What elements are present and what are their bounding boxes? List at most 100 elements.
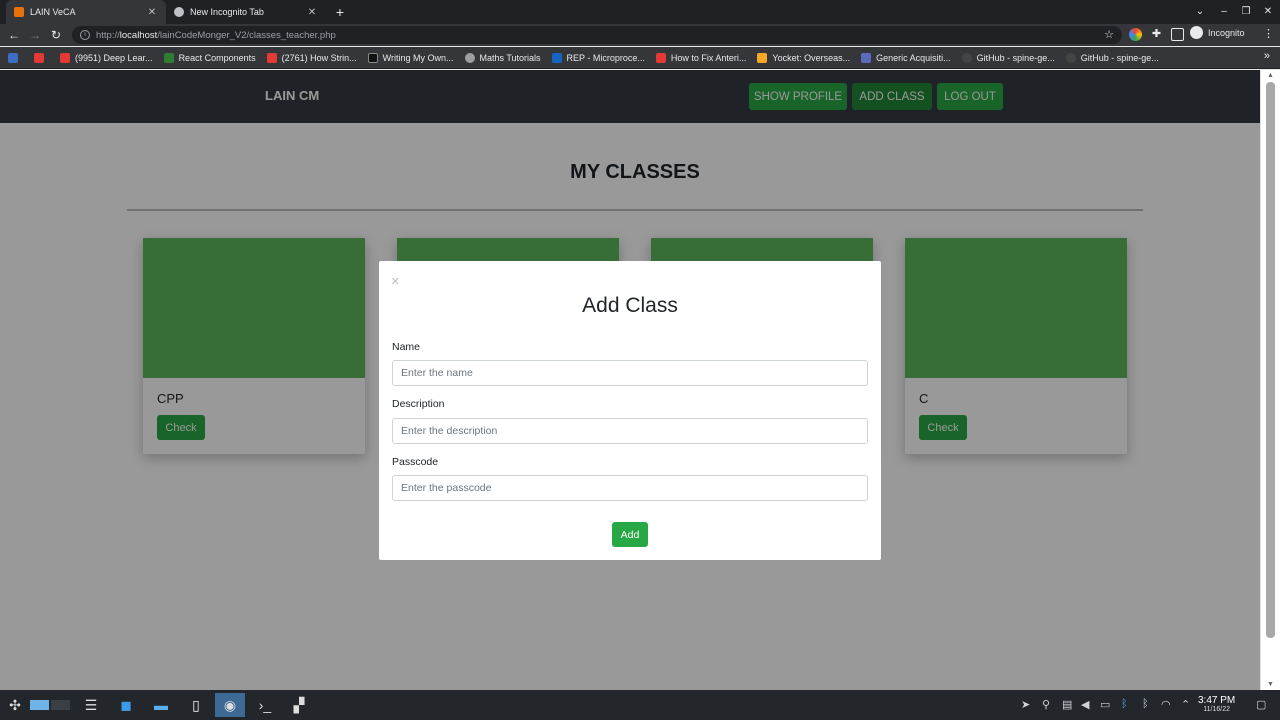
bookmarks-bar: (9951) Deep Lear... React Components (27… [0,47,1280,69]
side-panel-icon[interactable] [1171,28,1184,41]
maths-icon [464,52,475,63]
new-tab-button[interactable]: + [331,3,349,21]
clock-date: 11/16/22 [1203,706,1230,713]
page-viewport: LAIN CM SHOW PROFILE ADD CLASS LOG OUT M… [0,70,1260,690]
back-icon[interactable]: ← [6,27,22,43]
address-bar[interactable]: i http://localhost/lainCodeMonger_V2/cla… [72,26,1122,44]
maximize-icon[interactable]: ❐ [1236,0,1256,24]
bookmark-item[interactable]: Maths Tutorials [464,52,541,63]
scroll-up-icon[interactable]: ▲ [1267,72,1274,79]
bookmark-favicon-icon [8,52,18,63]
text-editor-icon[interactable]: ▯ [183,693,209,717]
tray-expand-icon[interactable]: ⌃ [1181,698,1190,711]
tab-title: New Incognito Tab [190,7,264,17]
reload-icon[interactable]: ↻ [48,27,64,43]
close-icon[interactable]: × [391,274,400,290]
bookmark-label: Writing My Own... [382,52,454,63]
yocket-icon [757,52,768,63]
bluetooth-app-icon[interactable]: ᛒ [1121,698,1128,710]
bookmark-label: Generic Acquisiti... [876,52,951,63]
desktop-1-icon [30,700,49,710]
youtube-icon [60,52,70,63]
desktop-2-icon [51,700,70,710]
incognito-favicon-icon [174,7,184,17]
volume-icon[interactable]: ◀ [1081,698,1089,711]
system-settings-icon[interactable]: ☰ [78,693,104,717]
scrollbar-thumb[interactable] [1266,82,1275,638]
terminal-taskbar-icon[interactable]: ›_ [250,693,280,717]
close-window-icon[interactable]: ✕ [1258,0,1278,24]
bookmark-item[interactable]: How to Fix Anteri... [655,52,746,63]
bookmark-label: GitHub - spine-ge... [1080,52,1159,63]
user-icon[interactable]: ⚲ [1042,698,1050,711]
add-button[interactable]: Add [612,522,648,547]
bookmark-item[interactable] [34,52,49,63]
react-components-icon [163,52,174,63]
scroll-down-icon[interactable]: ▼ [1267,681,1274,688]
file-manager-icon[interactable]: ▬ [148,693,174,717]
document-icon [861,52,872,63]
incognito-profile-button[interactable]: Incognito [1190,26,1245,39]
url-scheme: http:// [96,29,120,41]
description-input[interactable] [392,418,868,444]
bookmark-item[interactable]: Writing My Own... [367,52,454,63]
clock-time: 3:47 PM [1198,695,1236,706]
bookmark-label: REP - Microproce... [566,52,645,63]
virtual-desktop-pager[interactable] [29,693,71,717]
bookmarks-overflow-icon[interactable]: » [1264,50,1270,62]
bluetooth-icon[interactable]: ᛒ [1142,698,1149,710]
bookmark-label: (9951) Deep Lear... [75,52,153,63]
dev-icon [367,52,378,63]
bookmark-item[interactable]: React Components [163,52,256,63]
url-host: localhost [119,29,158,41]
os-taskbar: ✣ ☰ ◼ ▬ ▯ ◉ ›_ ▞ ➤ ⚲ ▤ ◀ ▭ ᛒ ᛒ ◠ ⌃ ▢ [0,690,1280,720]
close-tab-icon[interactable]: ✕ [146,7,158,18]
chrome-taskbar-icon[interactable]: ◉ [215,693,245,717]
bookmark-item[interactable] [8,52,23,63]
color-picker-extension-icon[interactable] [1129,28,1142,41]
tab-search-icon[interactable]: ⌄ [1190,0,1210,24]
close-tab-icon[interactable]: ✕ [306,7,318,18]
window-switcher-icon[interactable]: ▞ [286,693,312,717]
bookmark-star-icon[interactable]: ☆ [1104,28,1114,41]
site-info-icon[interactable]: i [80,30,90,40]
telegram-icon[interactable]: ➤ [1021,698,1030,711]
bookmark-label: GitHub - spine-ge... [976,52,1055,63]
bookmark-item[interactable]: GitHub - spine-ge... [1065,52,1159,63]
tab-lain-veca[interactable]: LAIN VeCA ✕ [6,0,166,24]
bookmark-item[interactable]: REP - Microproce... [551,52,645,63]
add-class-modal: × Add Class Name Description Passcode Ad… [379,261,881,560]
browser-menu-icon[interactable]: ⋮ [1262,28,1275,41]
bookmark-item[interactable]: Yocket: Overseas... [757,52,851,63]
tab-title: LAIN VeCA [30,7,76,17]
wifi-icon[interactable]: ◠ [1161,698,1171,711]
minimize-icon[interactable]: – [1214,0,1234,24]
incognito-label: Incognito [1208,27,1245,38]
bookmark-item[interactable]: GitHub - spine-ge... [961,52,1055,63]
battery-icon[interactable]: ▭ [1100,698,1110,711]
tab-new-incognito[interactable]: New Incognito Tab ✕ [166,0,326,24]
passcode-label: Passcode [392,456,439,468]
name-input[interactable] [392,360,868,386]
description-label: Description [392,398,445,410]
youtube-icon [34,52,44,63]
browser-tab-strip: LAIN VeCA ✕ New Incognito Tab ✕ + ⌄ – ❐ … [0,0,1280,24]
youtube-icon [266,52,277,63]
github-icon [1065,52,1076,63]
incognito-avatar-icon [1190,26,1203,39]
software-store-icon[interactable]: ◼ [113,693,139,717]
modal-title: Add Class [582,294,678,317]
page-scrollbar[interactable]: ▲ ▼ [1260,70,1280,690]
url-path: /lainCodeMonger_V2/classes_teacher.php [157,29,336,41]
extensions-puzzle-icon[interactable]: ✚ [1150,28,1163,41]
taskbar-clock[interactable]: 3:47 PM 11/16/22 [1198,695,1235,713]
bookmark-label: Yocket: Overseas... [772,52,851,63]
bookmark-item[interactable]: (2761) How Strin... [266,52,357,63]
bookmark-item[interactable]: Generic Acquisiti... [861,52,951,63]
clipboard-icon[interactable]: ▤ [1062,698,1072,711]
forward-icon[interactable]: → [27,27,43,43]
app-launcher-icon[interactable]: ✣ [2,693,28,717]
bookmark-item[interactable]: (9951) Deep Lear... [60,52,153,63]
passcode-input[interactable] [392,475,868,501]
show-desktop-icon[interactable]: ▢ [1256,698,1266,711]
